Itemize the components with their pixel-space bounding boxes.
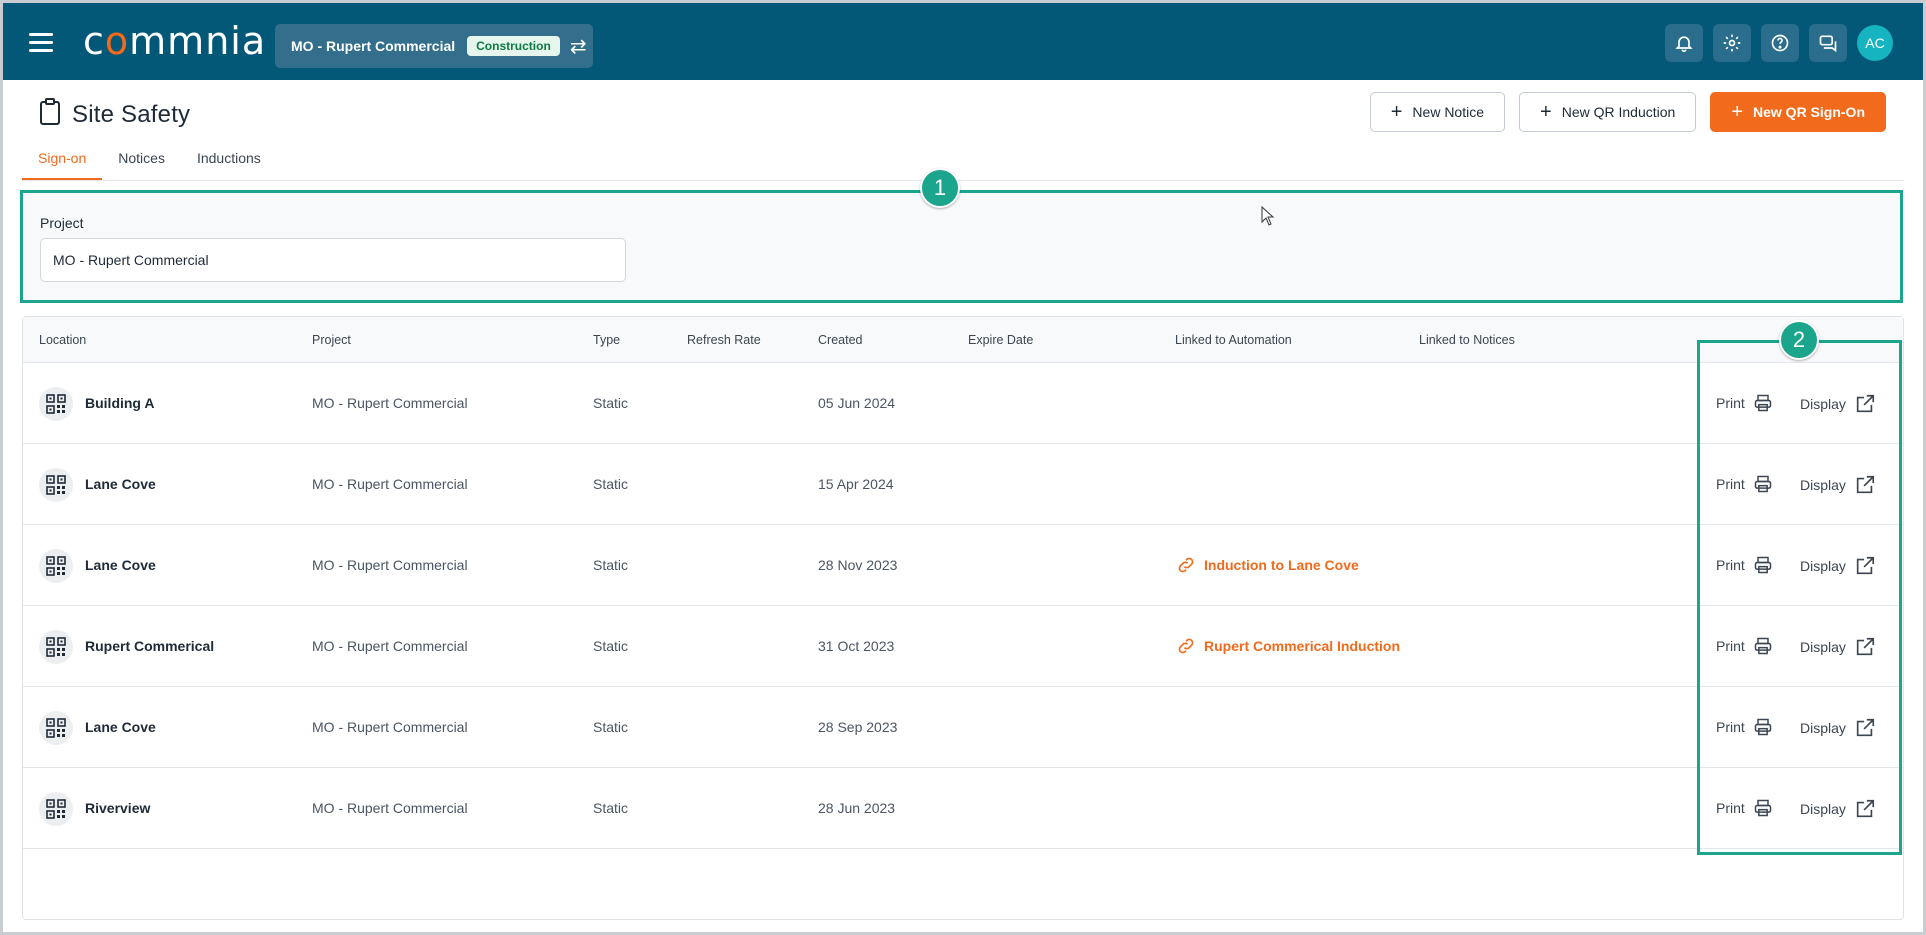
- row-location: Building A: [85, 395, 155, 411]
- column-header-refresh-rate[interactable]: Refresh Rate: [687, 333, 761, 347]
- qr-code-icon: [39, 711, 73, 745]
- row-created: 28 Nov 2023: [818, 557, 898, 573]
- project-switcher[interactable]: MO - Rupert Commercial Construction ⇄: [275, 24, 593, 68]
- annotation-marker-2: 2: [1779, 320, 1819, 360]
- clipboard-icon: [38, 98, 62, 131]
- linked-automation-link[interactable]: Rupert Commerical Induction: [1176, 636, 1400, 656]
- column-header-linked-notices[interactable]: Linked to Notices: [1419, 333, 1515, 347]
- new-qr-induction-label: New QR Induction: [1561, 104, 1676, 120]
- row-type: Static: [593, 800, 629, 816]
- qr-code-icon: [39, 792, 73, 826]
- tab-divider: [22, 180, 1904, 181]
- user-avatar[interactable]: AC: [1857, 25, 1893, 61]
- menu-icon[interactable]: [29, 33, 53, 53]
- plus-icon: +: [1540, 100, 1552, 123]
- row-type: Static: [593, 476, 629, 492]
- new-qr-signon-label: New QR Sign-On: [1753, 104, 1865, 120]
- project-filter-panel: Project MO - Rupert Commercial: [20, 190, 1903, 303]
- linked-automation-text: Induction to Lane Cove: [1204, 557, 1359, 573]
- row-project: MO - Rupert Commercial: [312, 800, 468, 816]
- column-header-type[interactable]: Type: [593, 333, 620, 347]
- link-icon: [1178, 557, 1194, 573]
- app-logo[interactable]: commnia: [83, 21, 266, 61]
- row-type: Static: [593, 395, 629, 411]
- linked-automation-text: Rupert Commerical Induction: [1204, 638, 1401, 654]
- project-type-badge: Construction: [467, 36, 560, 56]
- new-qr-induction-button[interactable]: + New QR Induction: [1519, 92, 1697, 132]
- new-notice-label: New Notice: [1412, 104, 1485, 120]
- row-location: Lane Cove: [85, 719, 156, 735]
- link-icon: [1178, 638, 1194, 654]
- row-type: Static: [593, 638, 629, 654]
- row-type: Static: [593, 557, 629, 573]
- row-created: 28 Jun 2023: [818, 800, 896, 816]
- row-project: MO - Rupert Commercial: [312, 395, 468, 411]
- qr-code-icon: [39, 387, 73, 421]
- row-type: Static: [593, 719, 629, 735]
- row-location: Lane Cove: [85, 557, 156, 573]
- row-created: 31 Oct 2023: [818, 638, 895, 654]
- help-question-icon[interactable]: [1761, 24, 1799, 62]
- swap-arrows-icon: ⇄: [569, 35, 587, 58]
- row-project: MO - Rupert Commercial: [312, 557, 468, 573]
- row-project: MO - Rupert Commercial: [312, 476, 468, 492]
- tab-bar: Sign-on Notices Inductions: [22, 150, 277, 180]
- column-header-created[interactable]: Created: [818, 333, 862, 347]
- signon-table: Location Project Type Refresh Rate Creat…: [22, 316, 1904, 920]
- column-header-project[interactable]: Project: [312, 333, 351, 347]
- settings-gear-icon[interactable]: [1713, 24, 1751, 62]
- table-row[interactable]: Lane Cove MO - Rupert Commercial Static …: [23, 444, 1903, 525]
- row-location: Lane Cove: [85, 476, 156, 492]
- tab-sign-on[interactable]: Sign-on: [22, 150, 103, 180]
- qr-code-icon: [39, 630, 73, 664]
- qr-code-icon: [39, 468, 73, 502]
- plus-icon: +: [1731, 100, 1743, 123]
- new-notice-button[interactable]: + New Notice: [1369, 92, 1506, 132]
- qr-code-icon: [39, 549, 73, 583]
- tab-notices[interactable]: Notices: [102, 150, 181, 180]
- column-header-linked-automation[interactable]: Linked to Automation: [1175, 333, 1292, 347]
- row-location: Rupert Commerical: [85, 638, 215, 654]
- actions-column-highlight: [1697, 340, 1902, 855]
- project-filter-input[interactable]: MO - Rupert Commercial: [40, 238, 626, 282]
- row-created: 15 Apr 2024: [818, 476, 894, 492]
- row-project: MO - Rupert Commercial: [312, 638, 468, 654]
- column-header-location[interactable]: Location: [39, 333, 86, 347]
- top-navigation-bar: commnia MO - Rupert Commercial Construct…: [3, 3, 1923, 80]
- row-created: 05 Jun 2024: [818, 395, 896, 411]
- tab-inductions[interactable]: Inductions: [181, 150, 277, 180]
- mouse-cursor-icon: [1261, 205, 1275, 231]
- table-row[interactable]: Lane Cove MO - Rupert Commercial Static …: [23, 687, 1903, 768]
- annotation-marker-1: 1: [920, 168, 960, 208]
- row-project: MO - Rupert Commercial: [312, 719, 468, 735]
- notifications-bell-icon[interactable]: [1665, 24, 1703, 62]
- page-title-text: Site Safety: [72, 100, 191, 128]
- linked-automation-link[interactable]: Induction to Lane Cove: [1176, 555, 1359, 575]
- chat-messages-icon[interactable]: [1809, 24, 1847, 62]
- table-row[interactable]: Riverview MO - Rupert Commercial Static …: [23, 768, 1903, 849]
- column-header-expire-date[interactable]: Expire Date: [968, 333, 1033, 347]
- table-row[interactable]: Building A MO - Rupert Commercial Static…: [23, 363, 1903, 444]
- project-filter-label: Project: [40, 215, 84, 231]
- plus-icon: +: [1390, 100, 1403, 123]
- new-qr-signon-button[interactable]: + New QR Sign-On: [1710, 92, 1886, 132]
- table-header: Location Project Type Refresh Rate Creat…: [23, 317, 1903, 363]
- row-created: 28 Sep 2023: [818, 719, 898, 735]
- current-project-name: MO - Rupert Commercial: [291, 38, 456, 54]
- page-title: Site Safety: [38, 98, 190, 131]
- table-row[interactable]: Lane Cove MO - Rupert Commercial Static …: [23, 525, 1903, 606]
- row-location: Riverview: [85, 800, 151, 816]
- table-row[interactable]: Rupert Commerical MO - Rupert Commercial…: [23, 606, 1903, 687]
